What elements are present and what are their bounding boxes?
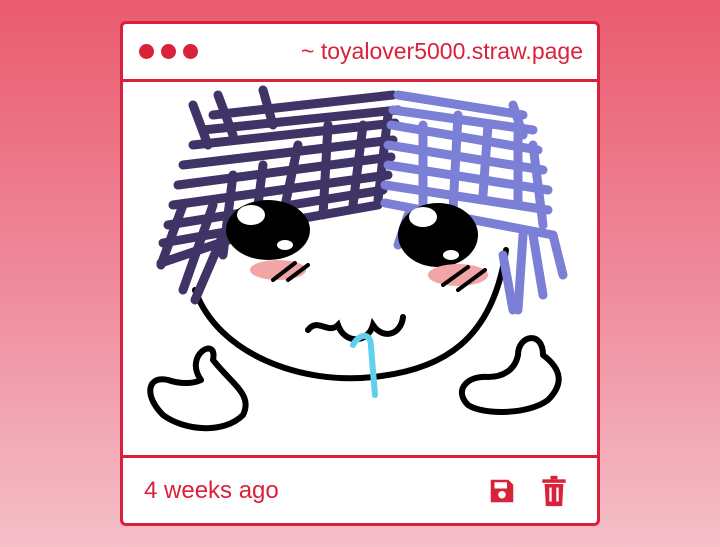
trash-icon bbox=[542, 475, 566, 506]
delete-button[interactable] bbox=[539, 475, 569, 507]
window-controls bbox=[139, 44, 198, 59]
drawing-card: ~ toyalover5000.straw.page 4 weeks ago bbox=[120, 21, 600, 526]
doodle-image bbox=[147, 85, 568, 432]
page-url[interactable]: ~ toyalover5000.straw.page bbox=[301, 38, 583, 65]
window-dot-maximize[interactable] bbox=[183, 44, 198, 59]
save-button[interactable] bbox=[487, 475, 517, 507]
post-timestamp: 4 weeks ago bbox=[144, 476, 279, 504]
card-actions bbox=[487, 475, 569, 507]
window-dot-close[interactable] bbox=[139, 44, 154, 59]
window-dot-minimize[interactable] bbox=[161, 44, 176, 59]
floppy-disk-icon bbox=[490, 479, 514, 502]
drawing-canvas bbox=[123, 85, 597, 455]
window-titlebar: ~ toyalover5000.straw.page bbox=[123, 24, 597, 82]
card-footer: 4 weeks ago bbox=[123, 455, 597, 523]
